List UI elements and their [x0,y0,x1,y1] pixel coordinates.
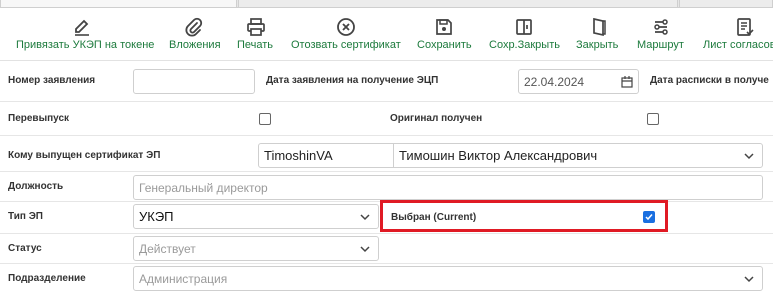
bind-ukep-label: Привязать УКЭП на токене [16,39,155,51]
calendar-icon[interactable] [621,76,633,88]
department-value: Администрация [139,271,228,286]
attachments-button[interactable]: Вложения [166,8,222,60]
approval-sheet-icon [736,18,754,36]
paperclip-icon [185,17,203,37]
approval-sheet-label: Лист согласова [703,39,773,51]
print-label: Печать [237,39,274,51]
tab-inactive-2[interactable] [679,0,773,8]
save-close-button[interactable]: Сохр.Закрыть [487,8,561,60]
ep-type-select[interactable]: УКЭП [133,204,379,229]
position-label: Должность [8,181,64,192]
save-close-icon [516,19,532,35]
chevron-down-icon[interactable] [744,151,754,161]
reissue-checkbox[interactable] [259,113,271,125]
attachments-label: Вложения [169,39,221,51]
close-label: Закрыть [576,39,619,51]
original-received-label: Оригинал получен [390,113,483,124]
save-label: Сохранить [417,39,472,51]
department-select[interactable]: Администрация [133,266,763,291]
approval-sheet-button[interactable]: Лист согласова [700,8,773,60]
print-button[interactable]: Печать [234,8,278,60]
application-number-label: Номер заявления [8,75,96,86]
revoke-label: Отозвать сертификат [291,39,401,51]
row-application: Номер заявления Дата заявления на получе… [0,62,773,102]
department-label: Подразделение [8,273,86,284]
row-status: Статус Действует [0,233,773,264]
selected-current-checkbox[interactable] [643,211,655,223]
bind-ukep-button[interactable]: Привязать УКЭП на токене [14,8,154,60]
issued-to-select[interactable]: TimoshinVA Тимошин Виктор Александрович [258,143,763,168]
tab-active[interactable] [0,0,237,8]
chevron-down-icon[interactable] [360,212,370,222]
ep-type-label: Тип ЭП [8,211,43,222]
edit-icon [75,19,89,36]
status-select[interactable]: Действует [133,236,379,261]
issued-to-label: Кому выпущен сертификат ЭП [8,150,161,161]
original-received-checkbox[interactable] [647,113,659,125]
application-date-label: Дата заявления на получение ЭЦП [266,75,439,86]
status-value: Действует [139,241,196,256]
tab-inactive[interactable] [238,0,678,8]
receipt-date-label: Дата расписки в получе [650,75,769,86]
route-label: Маршрут [637,39,684,51]
selected-current-label: Выбран (Current) [391,212,477,223]
reissue-label: Перевыпуск [8,113,70,124]
row-reissue: Перевыпуск Оригинал получен [0,102,773,136]
close-button[interactable]: Закрыть [574,8,624,60]
application-number-input[interactable] [133,69,255,94]
selected-current-highlight: Выбран (Current) [380,200,668,232]
printer-icon [247,18,265,36]
floppy-disk-icon [436,19,452,35]
revoke-certificate-button[interactable]: Отозвать сертификат [290,8,402,60]
application-date-value: 22.04.2024 [524,74,585,89]
issued-to-full-name: Тимошин Виктор Александрович [399,148,598,163]
save-close-label: Сохр.Закрыть [489,39,560,51]
cancel-circle-icon [337,18,355,36]
route-icon [654,19,668,35]
tab-strip [0,0,773,8]
row-issued-to: Кому выпущен сертификат ЭП TimoshinVA Ти… [0,136,773,172]
position-value: Генеральный директор [139,180,268,195]
status-label: Статус [8,243,42,254]
ep-type-value: УКЭП [139,209,174,224]
door-icon [593,17,606,37]
chevron-down-icon[interactable] [744,274,754,284]
position-input[interactable]: Генеральный директор [133,175,763,200]
toolbar: Привязать УКЭП на токене Вложения Печать… [0,8,773,61]
route-button[interactable]: Маршрут [634,8,688,60]
save-button[interactable]: Сохранить [415,8,473,60]
row-position: Должность Генеральный директор [0,172,773,202]
row-department: Подразделение Администрация [0,264,773,303]
chevron-down-icon[interactable] [360,244,370,254]
issued-to-login: TimoshinVA [264,148,333,163]
application-date-input[interactable]: 22.04.2024 [518,69,639,94]
checkmark-icon [645,214,653,221]
